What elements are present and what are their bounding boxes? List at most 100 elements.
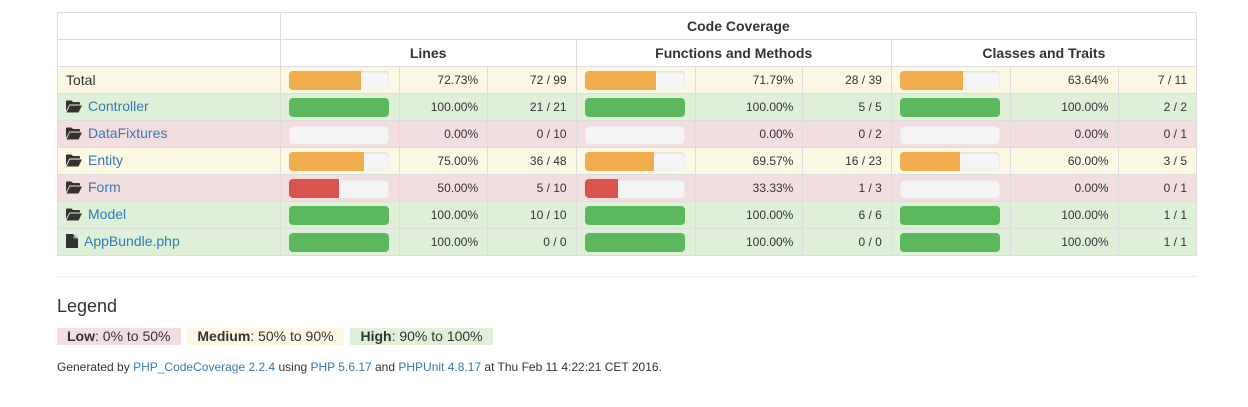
- functions-bar-cell: [575, 228, 696, 256]
- lines-progress-bar: [288, 152, 389, 171]
- header-empty-cell: [57, 12, 281, 40]
- lines-bar-cell: [279, 174, 400, 202]
- folder-open-icon: [66, 127, 82, 143]
- lines-progress-fill: [288, 98, 389, 117]
- legend-low-label: Low: [67, 328, 95, 344]
- functions-bar-cell: [575, 174, 696, 202]
- table-row: Model 100.00% 10 / 10 100.00% 6 / 6 100.00% 1 …: [57, 201, 1198, 229]
- lines-bar-cell: [279, 228, 400, 256]
- classes-progress-bar: [899, 179, 1000, 198]
- classes-progress-bar: [899, 125, 1000, 144]
- classes-ratio: 7 / 11: [1117, 66, 1198, 94]
- row-name-link[interactable]: DataFixtures: [88, 125, 167, 141]
- classes-progress-bar: [899, 71, 1000, 90]
- lines-percent: 50.00%: [398, 174, 489, 202]
- lines-bar-cell: [279, 93, 400, 121]
- classes-progress-bar: [899, 233, 1000, 252]
- classes-percent: 100.00%: [1009, 93, 1119, 121]
- classes-bar-cell: [890, 201, 1011, 229]
- classes-bar-cell: [890, 228, 1011, 256]
- legend-title: Legend: [57, 296, 118, 316]
- classes-progress-fill: [899, 233, 1000, 252]
- footer: Generated by PHP_CodeCoverage 2.2.4 usin…: [57, 360, 662, 374]
- row-name-link[interactable]: Controller: [88, 98, 149, 114]
- table-row: Form 50.00% 5 / 10 33.33% 1 / 3 0.00% 0 / 1: [57, 174, 1198, 202]
- functions-progress-fill: [584, 152, 655, 171]
- functions-ratio: 16 / 23: [802, 147, 892, 175]
- lines-bar-cell: [279, 201, 400, 229]
- footer-and: and: [371, 360, 399, 374]
- functions-ratio: 0 / 0: [802, 228, 892, 256]
- lines-percent: 100.00%: [398, 93, 489, 121]
- lines-ratio: 0 / 0: [487, 228, 577, 256]
- php-codecoverage-link[interactable]: PHP_CodeCoverage 2.2.4: [133, 360, 275, 374]
- classes-ratio: 3 / 5: [1117, 147, 1198, 175]
- functions-progress-bar: [584, 179, 685, 198]
- phpunit-link[interactable]: PHPUnit 4.8.17: [398, 360, 481, 374]
- lines-progress-bar: [288, 206, 389, 225]
- lines-progress-bar: [288, 98, 389, 117]
- functions-progress-bar: [584, 233, 685, 252]
- footer-timestamp: at Thu Feb 11 4:22:21 CET 2016.: [481, 360, 662, 374]
- functions-percent: 71.79%: [694, 66, 804, 94]
- table-row: Controller 100.00% 21 / 21 100.00% 5 / 5 100.…: [57, 93, 1198, 121]
- row-name-link[interactable]: Model: [88, 206, 126, 222]
- lines-ratio: 36 / 48: [487, 147, 577, 175]
- lines-ratio: 21 / 21: [487, 93, 577, 121]
- row-name-cell: Form: [57, 174, 281, 202]
- header-code-coverage: Code Coverage: [279, 12, 1198, 40]
- legend-medium-range: : 50% to 90%: [250, 328, 334, 344]
- classes-bar-cell: [890, 147, 1011, 175]
- lines-ratio: 10 / 10: [487, 201, 577, 229]
- lines-ratio: 0 / 10: [487, 120, 577, 148]
- header-functions-and-methods: Functions and Methods: [575, 39, 892, 67]
- lines-ratio: 72 / 99: [487, 66, 577, 94]
- legend-high-label: High: [360, 328, 392, 344]
- row-name-link[interactable]: Form: [88, 179, 121, 195]
- table-row: DataFixtures 0.00% 0 / 10 0.00% 0 / 2 0.00% 0 …: [57, 120, 1198, 148]
- lines-ratio: 5 / 10: [487, 174, 577, 202]
- table-row: AppBundle.php 100.00% 0 / 0 100.00% 0 / 0 100…: [57, 228, 1198, 256]
- lines-progress-bar: [288, 179, 389, 198]
- folder-open-icon: [66, 208, 82, 224]
- classes-ratio: 1 / 1: [1117, 228, 1198, 256]
- coverage-table: Code Coverage Lines Functions and Method…: [57, 12, 1198, 256]
- table-row: Total 72.73% 72 / 99 71.79% 28 / 39 63.64% 7 /…: [57, 66, 1198, 94]
- php-link[interactable]: PHP 5.6.17: [311, 360, 372, 374]
- functions-progress-fill: [584, 71, 657, 90]
- classes-progress-fill: [899, 206, 1000, 225]
- footer-using: using: [275, 360, 311, 374]
- functions-bar-cell: [575, 201, 696, 229]
- lines-bar-cell: [279, 66, 400, 94]
- legend-medium: Medium: 50% to 90%: [187, 328, 344, 345]
- legend-low-range: : 0% to 50%: [95, 328, 171, 344]
- classes-percent: 100.00%: [1009, 201, 1119, 229]
- functions-progress-bar: [584, 152, 685, 171]
- functions-progress-fill: [584, 179, 618, 198]
- row-name-link[interactable]: AppBundle.php: [84, 233, 180, 249]
- functions-progress-bar: [584, 71, 685, 90]
- lines-percent: 100.00%: [398, 201, 489, 229]
- functions-progress-bar: [584, 206, 685, 225]
- coverage-report: Code Coverage Lines Functions and Method…: [57, 12, 1198, 256]
- row-name-link[interactable]: Entity: [88, 152, 123, 168]
- row-name-cell: Total: [57, 66, 281, 94]
- functions-ratio: 28 / 39: [802, 66, 892, 94]
- classes-ratio: 0 / 1: [1117, 120, 1198, 148]
- classes-bar-cell: [890, 174, 1011, 202]
- functions-ratio: 6 / 6: [802, 201, 892, 229]
- functions-percent: 100.00%: [694, 93, 804, 121]
- header-row-title: Code Coverage: [57, 12, 1198, 40]
- functions-percent: 33.33%: [694, 174, 804, 202]
- row-name-cell: Entity: [57, 147, 281, 175]
- file-icon: [66, 234, 78, 251]
- functions-ratio: 1 / 3: [802, 174, 892, 202]
- row-name-cell: Model: [57, 201, 281, 229]
- table-row: Entity 75.00% 36 / 48 69.57% 16 / 23 60.00% 3 …: [57, 147, 1198, 175]
- functions-percent: 100.00%: [694, 228, 804, 256]
- functions-bar-cell: [575, 120, 696, 148]
- legend-high-range: : 90% to 100%: [391, 328, 483, 344]
- lines-percent: 72.73%: [398, 66, 489, 94]
- lines-percent: 0.00%: [398, 120, 489, 148]
- lines-progress-fill: [288, 152, 364, 171]
